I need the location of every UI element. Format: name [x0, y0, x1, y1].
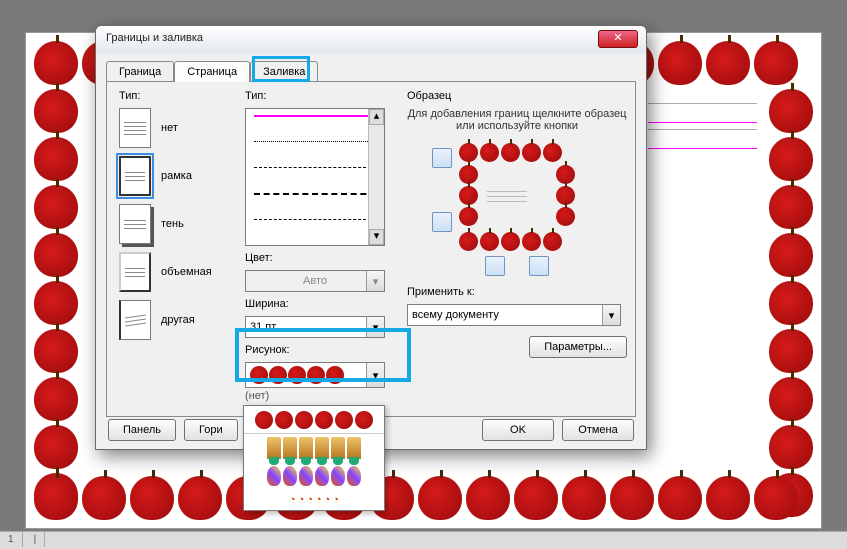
status-cell: |	[26, 532, 46, 547]
box-icon	[119, 156, 151, 196]
style-dashdot[interactable]	[254, 219, 376, 239]
preview-hint: Для добавления границ щелкните образец и…	[407, 108, 627, 132]
horizontal-line-button[interactable]: Гори	[184, 419, 238, 441]
setting-custom[interactable]: другая	[119, 300, 239, 340]
doc-border-left	[32, 87, 80, 519]
threeD-icon	[119, 252, 151, 292]
doc-magenta-line	[648, 129, 757, 149]
close-icon: ✕	[613, 32, 622, 44]
art-option-apples[interactable]	[244, 406, 384, 434]
shadow-icon	[119, 204, 151, 244]
dialog-title: Границы и заливка	[106, 32, 203, 44]
width-label: Ширина:	[245, 298, 395, 310]
art-dropdown-list[interactable]: ◔◔◔◔◔◔	[243, 405, 385, 511]
art-option-misc[interactable]: ◔◔◔◔◔◔	[244, 490, 384, 510]
borders-shading-dialog: Границы и заливка ✕ Граница Страница Зал…	[95, 25, 647, 450]
setting-none[interactable]: нет	[119, 108, 239, 148]
setting-box-label: рамка	[161, 170, 192, 182]
scroll-down-icon[interactable]: ▾	[369, 229, 384, 245]
edge-top-button[interactable]	[432, 148, 452, 168]
custom-icon	[119, 300, 151, 340]
style-solid[interactable]	[254, 115, 376, 135]
art-option-candies[interactable]	[244, 462, 384, 490]
setting-custom-label: другая	[161, 314, 195, 326]
tab-strip: Граница Страница Заливка	[96, 54, 646, 81]
dialog-body: Тип: нет рамка тень объемная другая	[106, 81, 636, 417]
none-icon	[119, 108, 151, 148]
art-none-label: (нет)	[245, 390, 395, 402]
cancel-button[interactable]: Отмена	[562, 419, 634, 441]
edge-right-button[interactable]	[529, 256, 549, 276]
tab-border[interactable]: Граница	[106, 61, 174, 82]
style-dotted[interactable]	[254, 141, 376, 161]
style-listbox[interactable]: ▴▾	[245, 108, 385, 246]
apply-to-combo[interactable]: всему документу ▾	[407, 304, 621, 326]
type-label: Тип:	[119, 90, 239, 102]
preview-text-icon	[487, 187, 527, 206]
setting-3d-label: объемная	[161, 266, 212, 278]
panel-button[interactable]: Панель	[108, 419, 176, 441]
setting-shadow-label: тень	[161, 218, 184, 230]
tab-page[interactable]: Страница	[174, 61, 250, 82]
doc-border-right	[767, 87, 815, 519]
close-button[interactable]: ✕	[598, 30, 638, 48]
art-option-brushes[interactable]	[244, 434, 384, 462]
style-dashed-thin[interactable]	[254, 167, 376, 187]
status-cell: 1	[0, 532, 23, 547]
color-value: Авто	[303, 275, 327, 287]
setting-box[interactable]: рамка	[119, 156, 239, 196]
dialog-titlebar[interactable]: Границы и заливка ✕	[96, 26, 646, 54]
style-dashed[interactable]	[254, 193, 376, 213]
doc-magenta-line	[648, 103, 757, 123]
options-button[interactable]: Параметры...	[529, 336, 627, 358]
doc-border-bottom	[32, 474, 800, 522]
chevron-down-icon[interactable]: ▾	[602, 305, 620, 325]
preview-pane	[432, 142, 602, 252]
color-label: Цвет:	[245, 252, 395, 264]
style-scrollbar[interactable]: ▴▾	[368, 109, 384, 245]
setting-3d[interactable]: объемная	[119, 252, 239, 292]
color-combo[interactable]: Авто ▾	[245, 270, 385, 292]
edge-left-button[interactable]	[485, 256, 505, 276]
highlight-page-tab	[252, 56, 310, 82]
preview-label: Образец	[407, 90, 627, 102]
apply-to-value: всему документу	[412, 309, 499, 321]
ok-button[interactable]: OK	[482, 419, 554, 441]
setting-shadow[interactable]: тень	[119, 204, 239, 244]
style-label: Тип:	[245, 90, 395, 102]
scroll-up-icon[interactable]: ▴	[369, 109, 384, 125]
highlight-art-combo	[235, 328, 411, 382]
edge-bottom-button[interactable]	[432, 212, 452, 232]
status-bar: 1 |	[0, 531, 847, 549]
chevron-down-icon[interactable]: ▾	[366, 271, 384, 291]
apply-label: Применить к:	[407, 286, 627, 298]
setting-none-label: нет	[161, 122, 178, 134]
